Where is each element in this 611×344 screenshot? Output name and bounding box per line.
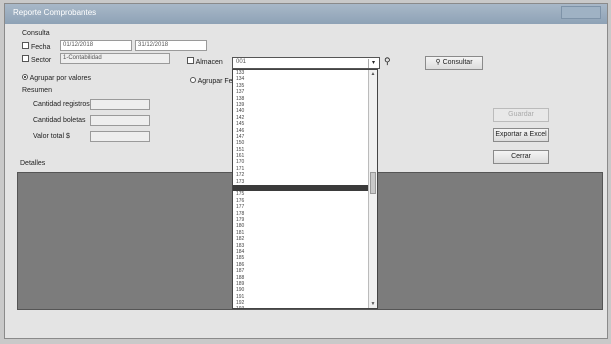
consultar-label: Consultar	[442, 59, 473, 66]
listbox-items: 133 134 135 137 138 139 140 142 145 146 147 150 151 1…	[233, 70, 377, 308]
fecha-desde-value: 01/12/2018	[63, 42, 94, 48]
agrupar-fecha-label: Agrupar Fe	[197, 78, 233, 85]
agrupar-valores-label: Agrupar por valores	[29, 75, 92, 82]
listbox-scrollbar[interactable]: ▲ ▼	[368, 70, 377, 308]
fecha-checkbox[interactable]	[22, 42, 29, 49]
sector-value: 1-Contabilidad	[63, 55, 102, 61]
cerrar-label: Cerrar	[511, 153, 531, 160]
cantidad-registros-label: Cantidad registros	[33, 101, 90, 108]
agrupar-valores-option[interactable]: Agrupar por valores	[22, 74, 91, 82]
almacen-listbox[interactable]: 133 134 135 137 138 139 140 142 145 146 147 150 151 1…	[232, 69, 378, 309]
fecha-desde-picker[interactable]: 01/12/2018	[60, 40, 132, 51]
title-bar: Reporte Comprobantes	[5, 4, 607, 24]
fecha-row: Fecha	[22, 42, 50, 51]
detalles-label: Detalles	[20, 160, 46, 167]
resumen-group-label: Resumen	[22, 87, 52, 94]
magnifier-icon: ⚲	[435, 59, 441, 66]
sector-row: Sector	[22, 55, 51, 64]
search-icon[interactable]: ⚲	[384, 56, 391, 67]
exportar-excel-button[interactable]: Exportar a Excel	[493, 128, 549, 142]
almacen-checkbox[interactable]	[187, 57, 194, 64]
guardar-label: Guardar	[508, 111, 534, 118]
agrupar-valores-radio[interactable]	[22, 74, 28, 80]
agrupar-fecha-radio[interactable]	[190, 77, 196, 83]
almacen-value: 001	[236, 59, 247, 65]
consulta-group-label: Consulta	[22, 30, 50, 37]
scroll-down-icon[interactable]: ▼	[369, 300, 377, 308]
guardar-button[interactable]: Guardar	[493, 108, 549, 122]
consultar-button[interactable]: ⚲ Consultar	[425, 56, 483, 70]
almacen-label: Almacen	[195, 59, 223, 66]
valor-total-label: Valor total $	[33, 133, 70, 140]
listbox-item[interactable]: 193	[233, 306, 377, 308]
agrupar-fecha-option[interactable]: Agrupar Fe	[190, 77, 233, 85]
sector-checkbox[interactable]	[22, 55, 29, 62]
cantidad-boletas-field	[90, 115, 150, 126]
fecha-label: Fecha	[30, 44, 51, 51]
fecha-hasta-value: 31/12/2018	[138, 42, 169, 48]
sector-select[interactable]: 1-Contabilidad	[60, 53, 170, 64]
almacen-select[interactable]: 001 ▾	[232, 57, 380, 69]
window-controls[interactable]	[561, 6, 601, 19]
chevron-down-icon[interactable]: ▾	[368, 59, 378, 68]
window-title: Reporte Comprobantes	[13, 8, 97, 17]
cantidad-boletas-label: Cantidad boletas	[33, 117, 86, 124]
fecha-hasta-picker[interactable]: 31/12/2018	[135, 40, 207, 51]
exportar-excel-label: Exportar a Excel	[495, 131, 547, 138]
almacen-row: Almacen	[187, 57, 223, 66]
cantidad-registros-field	[90, 99, 150, 110]
scroll-thumb[interactable]	[370, 172, 376, 194]
scroll-up-icon[interactable]: ▲	[369, 70, 377, 78]
sector-label: Sector	[30, 57, 52, 64]
cerrar-button[interactable]: Cerrar	[493, 150, 549, 164]
valor-total-field	[90, 131, 150, 142]
